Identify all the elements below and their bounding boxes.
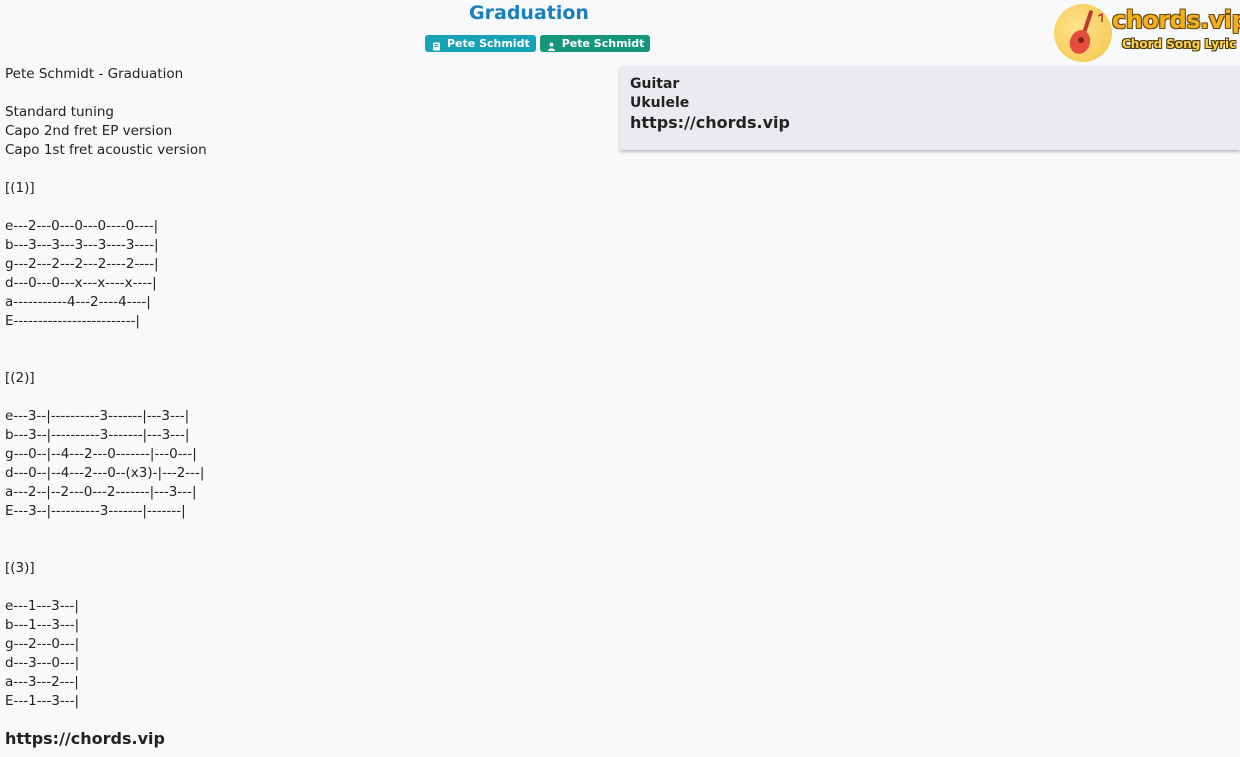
tag-songbook-label: Pete Schmidt: [447, 37, 530, 50]
instrument-guitar[interactable]: Guitar: [630, 75, 1230, 94]
song-page: Graduation Pete Schmidt Pete Schmidt cho…: [0, 0, 1240, 757]
chord-lyrics-text: Pete Schmidt - Graduation Standard tunin…: [5, 66, 207, 709]
footer-url: https://chords.vip: [5, 729, 165, 748]
tag-artist-label: Pete Schmidt: [561, 37, 645, 50]
song-title: Graduation: [469, 2, 589, 24]
user-icon: [547, 39, 556, 51]
site-logo[interactable]: chords.vip Chord Song Lyric: [1054, 2, 1240, 62]
tag-songbook[interactable]: Pete Schmidt: [425, 35, 536, 52]
instrument-panel: Guitar Ukulele https://chords.vip: [620, 66, 1240, 150]
book-icon: [432, 39, 441, 51]
logo-name: chords.vip: [1112, 6, 1240, 34]
tag-artist[interactable]: Pete Schmidt: [539, 35, 651, 52]
logo-tagline: Chord Song Lyric: [1122, 37, 1237, 51]
guitar-logo-icon: [1054, 4, 1112, 62]
panel-url: https://chords.vip: [630, 113, 790, 132]
song-tags: Pete Schmidt Pete Schmidt: [425, 35, 651, 52]
instrument-ukulele[interactable]: Ukulele: [630, 94, 1230, 113]
